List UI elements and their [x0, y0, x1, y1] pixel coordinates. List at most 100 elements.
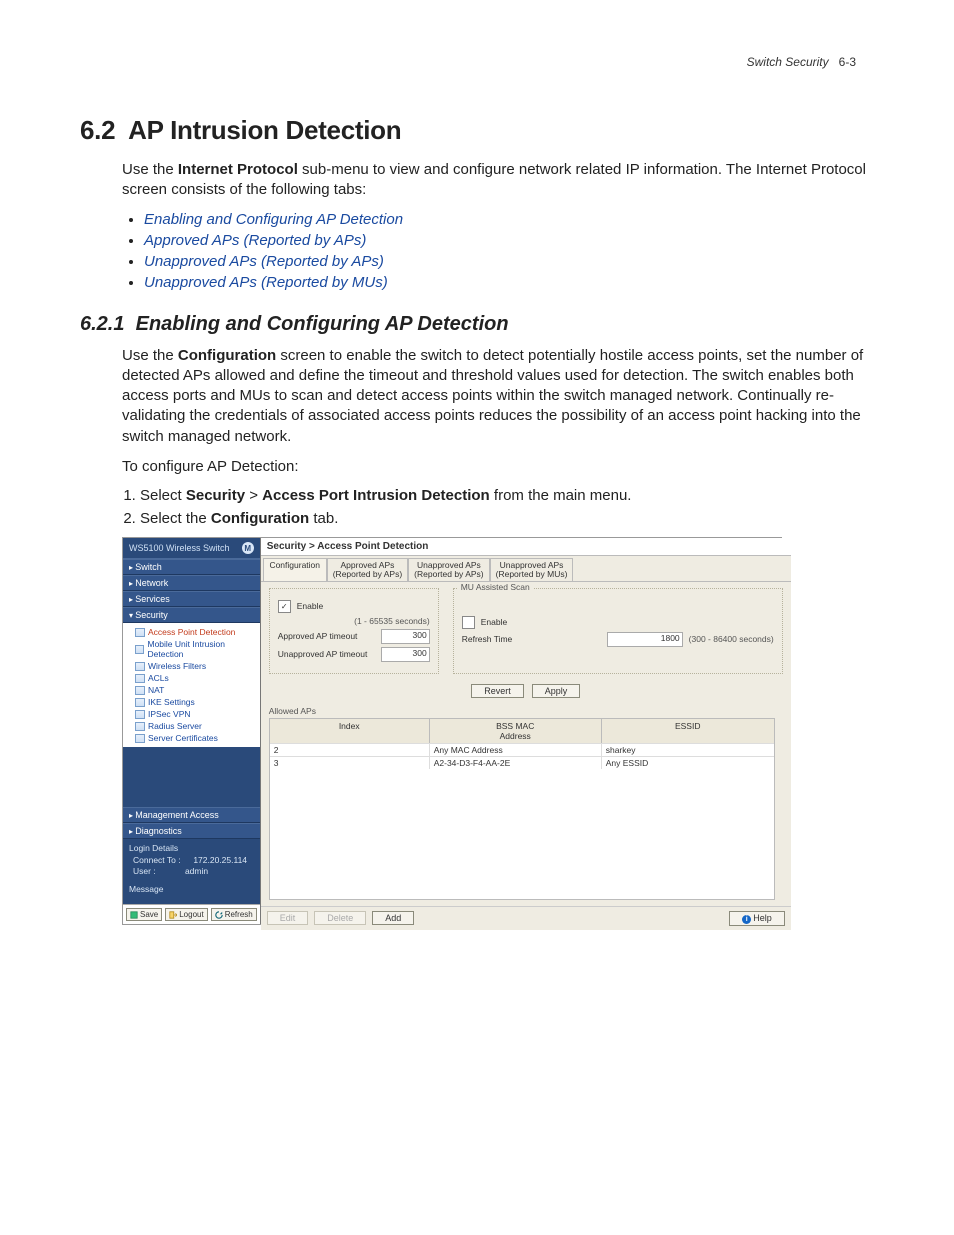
- tab-unapproved-aps-ap[interactable]: Unapproved APs (Reported by APs): [408, 558, 489, 581]
- tree-ipsec-vpn[interactable]: IPSec VPN: [125, 708, 258, 720]
- refresh-icon: [215, 911, 223, 919]
- heading-6-2: 6.2 AP Intrusion Detection: [80, 115, 874, 146]
- enable-detection-label: Enable: [297, 601, 323, 611]
- add-button[interactable]: Add: [372, 911, 414, 925]
- tree-access-point-detection[interactable]: Access Point Detection: [125, 626, 258, 638]
- nav-services[interactable]: Services: [123, 591, 260, 607]
- table-header-row: Index BSS MAC Address ESSID: [270, 719, 774, 743]
- table-row[interactable]: 3 A2-34-D3-F4-AA-2E Any ESSID: [270, 756, 774, 769]
- runhead-label: Switch Security: [747, 55, 829, 69]
- tab-link-list: Enabling and Configuring AP Detection Ap…: [80, 211, 874, 291]
- step-1: Select Security > Access Port Intrusion …: [140, 487, 874, 504]
- link-unapproved-aps-ap[interactable]: Unapproved APs (Reported by APs): [144, 253, 874, 270]
- apply-button[interactable]: Apply: [532, 684, 581, 698]
- save-button[interactable]: Save: [126, 908, 162, 921]
- login-user-value: admin: [185, 866, 208, 876]
- nav-switch[interactable]: Switch: [123, 559, 260, 575]
- help-icon: i: [742, 915, 751, 924]
- logout-button[interactable]: Logout: [165, 908, 207, 921]
- tree-wireless-filters[interactable]: Wireless Filters: [125, 660, 258, 672]
- unapproved-timeout-label: Unapproved AP timeout: [278, 649, 375, 659]
- intro-bold: Internet Protocol: [178, 161, 298, 178]
- nav-network[interactable]: Network: [123, 575, 260, 591]
- breadcrumb: Security > Access Point Detection: [261, 538, 791, 556]
- to-configure-line: To configure AP Detection:: [122, 457, 874, 477]
- folder-icon: [135, 674, 145, 683]
- intro-paragraph: Use the Internet Protocol sub-menu to vi…: [122, 160, 874, 201]
- folder-icon: [135, 698, 145, 707]
- folder-icon: [135, 722, 145, 731]
- nav-management-access[interactable]: Management Access: [123, 807, 260, 823]
- tree-ike-settings[interactable]: IKE Settings: [125, 696, 258, 708]
- enable-detection-checkbox[interactable]: ✓: [278, 600, 291, 613]
- tree-acls[interactable]: ACLs: [125, 672, 258, 684]
- folder-icon: [135, 645, 144, 654]
- table-row[interactable]: 2 Any MAC Address sharkey: [270, 743, 774, 756]
- folder-icon: [135, 734, 145, 743]
- refresh-button[interactable]: Refresh: [211, 908, 257, 921]
- refresh-time-input[interactable]: 1800: [607, 632, 683, 647]
- timeout-range: (1 - 65535 seconds): [354, 616, 430, 626]
- mu-enable-checkbox[interactable]: [462, 616, 475, 629]
- unapproved-timeout-input[interactable]: 300: [381, 647, 430, 662]
- tree-mu-intrusion[interactable]: Mobile Unit Intrusion Detection: [125, 638, 258, 660]
- save-icon: [130, 911, 138, 919]
- mu-enable-label: Enable: [481, 617, 507, 627]
- config-form: ✓ Enable (1 - 65535 seconds) Approved AP…: [261, 582, 791, 906]
- folder-icon: [135, 662, 145, 671]
- tree-radius-server[interactable]: Radius Server: [125, 720, 258, 732]
- login-title: Login Details: [129, 843, 254, 853]
- logout-icon: [169, 911, 177, 919]
- main-panel: Security > Access Point Detection Config…: [261, 538, 791, 924]
- steps-list: Select Security > Access Port Intrusion …: [80, 487, 874, 527]
- help-button[interactable]: iHelp: [729, 911, 785, 926]
- login-connect-value: 172.20.25.114: [193, 855, 247, 865]
- tree-nat[interactable]: NAT: [125, 684, 258, 696]
- step-2: Select the Configuration tab.: [140, 510, 874, 527]
- main-footer: Edit Delete Add iHelp: [261, 906, 791, 930]
- col-bss-mac[interactable]: BSS MAC Address: [430, 719, 602, 743]
- config-paragraph: Use the Configuration screen to enable t…: [122, 346, 874, 447]
- tab-approved-aps[interactable]: Approved APs (Reported by APs): [327, 558, 408, 581]
- folder-icon: [135, 710, 145, 719]
- approved-timeout-input[interactable]: 300: [381, 629, 430, 644]
- refresh-time-label: Refresh Time: [462, 634, 532, 644]
- allowed-aps-table: Index BSS MAC Address ESSID 2 Any MAC Ad…: [269, 718, 775, 900]
- revert-button[interactable]: Revert: [471, 684, 524, 698]
- folder-icon: [135, 628, 145, 637]
- runhead-page: 6-3: [839, 55, 856, 69]
- tree-server-certs[interactable]: Server Certificates: [125, 732, 258, 744]
- mu-scan-group: MU Assisted Scan Enable Refresh Time 180…: [453, 588, 783, 674]
- brand-logo-icon: M: [242, 542, 254, 554]
- detection-group: ✓ Enable (1 - 65535 seconds) Approved AP…: [269, 588, 439, 674]
- allowed-aps-label: Allowed APs: [269, 706, 783, 716]
- tab-row: Configuration Approved APs (Reported by …: [261, 556, 791, 582]
- heading-6-2-1: 6.2.1 Enabling and Configuring AP Detect…: [80, 313, 874, 336]
- embedded-screenshot: WS5100 Wireless Switch M Switch Network …: [122, 537, 782, 925]
- approved-timeout-label: Approved AP timeout: [278, 631, 375, 641]
- link-approved-aps[interactable]: Approved APs (Reported by APs): [144, 232, 874, 249]
- tab-unapproved-aps-mu[interactable]: Unapproved APs (Reported by MUs): [490, 558, 574, 581]
- login-details-box: Login Details Connect To : 172.20.25.114…: [123, 839, 260, 882]
- nav-security[interactable]: Security: [123, 607, 260, 623]
- edit-button[interactable]: Edit: [267, 911, 309, 925]
- running-header: Switch Security 6-3: [747, 55, 856, 69]
- mu-scan-legend: MU Assisted Scan: [458, 582, 533, 592]
- sidebar: WS5100 Wireless Switch M Switch Network …: [123, 538, 261, 924]
- brand-bar: WS5100 Wireless Switch M: [123, 538, 260, 559]
- col-essid[interactable]: ESSID: [602, 719, 774, 743]
- folder-icon: [135, 686, 145, 695]
- sidebar-button-row: Save Logout Refresh: [123, 904, 260, 924]
- delete-button[interactable]: Delete: [314, 911, 366, 925]
- revert-apply-row: Revert Apply: [269, 684, 783, 698]
- link-unapproved-aps-mu[interactable]: Unapproved APs (Reported by MUs): [144, 274, 874, 291]
- message-box: Message: [123, 882, 260, 904]
- nav-diagnostics[interactable]: Diagnostics: [123, 823, 260, 839]
- message-title: Message: [129, 884, 254, 894]
- brand-label: WS5100 Wireless Switch: [129, 543, 230, 553]
- security-tree: Access Point Detection Mobile Unit Intru…: [123, 623, 260, 747]
- link-enable-config[interactable]: Enabling and Configuring AP Detection: [144, 211, 874, 228]
- tab-configuration[interactable]: Configuration: [263, 558, 327, 581]
- col-index[interactable]: Index: [270, 719, 430, 743]
- refresh-range: (300 - 86400 seconds): [689, 634, 774, 644]
